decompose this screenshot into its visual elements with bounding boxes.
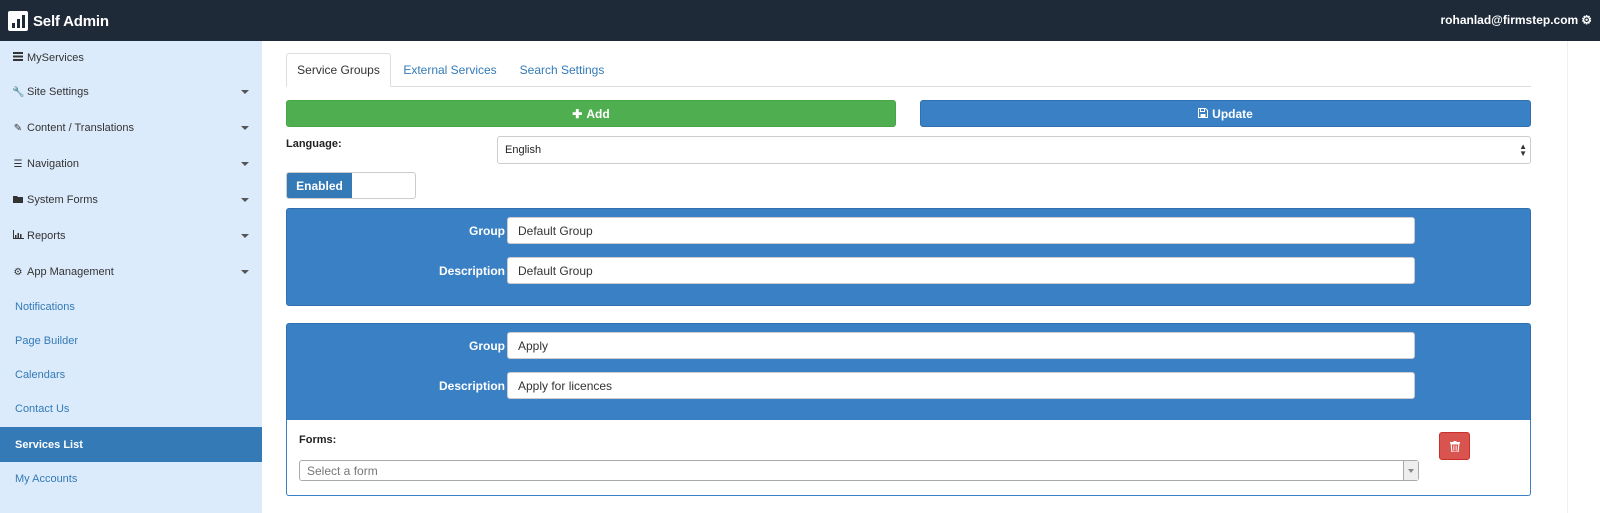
language-label: Language: [286, 138, 342, 150]
user-menu[interactable]: rohanlad@firmstep.com ⚙ [1441, 13, 1593, 27]
brand[interactable]: Self Admin [8, 9, 109, 33]
pencil-icon: ✎ [13, 122, 23, 134]
group-label: Group [469, 339, 505, 353]
sidebar-link-my-accounts[interactable]: My Accounts [0, 462, 262, 496]
service-group-panel: Group Apply Description Apply for licenc… [286, 323, 1531, 421]
sidebar-item-site-settings[interactable]: 🔧 Site Settings [0, 74, 262, 110]
description-label: Description [438, 379, 505, 393]
description-label: Description [438, 264, 505, 278]
add-button-label: Add [586, 106, 610, 121]
sidebar-link-page-builder[interactable]: Page Builder [0, 324, 262, 358]
form-select-placeholder: Select a form [307, 463, 378, 478]
select-arrows-icon: ▲ ▼ [1519, 142, 1527, 158]
brand-title: Self Admin [33, 12, 109, 30]
caret-down-icon [241, 162, 249, 166]
scrollbar[interactable] [1567, 41, 1600, 513]
language-select[interactable]: English ▲ ▼ [497, 136, 1531, 164]
language-selected-value: English [505, 144, 542, 156]
folder-icon [12, 195, 24, 206]
sidebar-link-services-list[interactable]: Services List [0, 427, 262, 462]
plus-icon: ✚ [572, 106, 583, 121]
sidebar-item-myservices[interactable]: MyServices [0, 41, 262, 74]
top-navbar: Self Admin rohanlad@firmstep.com ⚙ [0, 0, 1600, 41]
group-label: Group [469, 224, 505, 238]
wrench-icon: 🔧 [12, 86, 25, 98]
save-icon [1198, 107, 1209, 121]
gear-icon: ⚙ [1581, 13, 1592, 27]
user-email: rohanlad@firmstep.com [1440, 13, 1579, 27]
update-button-label: Update [1212, 106, 1253, 121]
delete-group-button[interactable] [1439, 432, 1470, 460]
sidebar-item-label: Site Settings [27, 86, 89, 98]
service-group-panel: Group Default Group Description Default … [286, 208, 1531, 306]
add-button[interactable]: ✚ Add [286, 100, 896, 127]
sidebar-link-notifications[interactable]: Notifications [0, 290, 262, 324]
sidebar-item-content-translations[interactable]: ✎ Content / Translations [0, 110, 262, 146]
caret-down-icon [241, 126, 249, 130]
gear-icon: ⚙ [13, 266, 23, 278]
form-select[interactable]: Select a form [299, 460, 1419, 481]
sidebar: MyServices 🔧 Site Settings ✎ Content / T… [0, 41, 262, 513]
sidebar-link-contact-us[interactable]: Contact Us [0, 392, 262, 426]
chevron-down-icon [1403, 461, 1418, 480]
sidebar-item-system-forms[interactable]: System Forms [0, 182, 262, 218]
sidebar-item-label: Content / Translations [27, 122, 135, 134]
trash-icon [1450, 441, 1460, 452]
toggle-on-label: Enabled [287, 173, 352, 198]
menu-icon: ☰ [13, 158, 23, 170]
tab-service-groups[interactable]: Service Groups [286, 53, 391, 87]
sidebar-item-label: App Management [27, 266, 114, 278]
sidebar-item-label: Navigation [27, 158, 79, 170]
caret-down-icon [241, 270, 249, 274]
enabled-toggle[interactable]: Enabled [286, 172, 416, 199]
description-input[interactable]: Default Group [507, 257, 1415, 284]
group-name-input[interactable]: Apply [507, 332, 1415, 359]
sidebar-item-label: System Forms [27, 194, 98, 206]
group-name-input[interactable]: Default Group [507, 217, 1415, 244]
caret-down-icon [241, 234, 249, 238]
list-icon [12, 51, 24, 64]
forms-section: Forms: Select a form [286, 420, 1531, 496]
sidebar-link-calendars[interactable]: Calendars [0, 358, 262, 392]
sidebar-item-reports[interactable]: Reports [0, 218, 262, 254]
sidebar-item-label: Reports [27, 230, 66, 242]
forms-label: Forms: [299, 434, 337, 446]
update-button[interactable]: Update [920, 100, 1531, 127]
sidebar-item-label: MyServices [27, 51, 84, 64]
sidebar-item-app-management[interactable]: ⚙ App Management [0, 254, 262, 290]
caret-down-icon [241, 198, 249, 202]
tab-external-services[interactable]: External Services [395, 53, 505, 87]
bar-chart-icon [12, 230, 24, 242]
caret-down-icon [241, 90, 249, 94]
bar-chart-logo-icon [8, 11, 28, 31]
sidebar-item-navigation[interactable]: ☰ Navigation [0, 146, 262, 182]
description-input[interactable]: Apply for licences [507, 372, 1415, 399]
tab-search-settings[interactable]: Search Settings [512, 53, 612, 87]
main-content: Service Groups External Services Search … [262, 41, 1567, 513]
